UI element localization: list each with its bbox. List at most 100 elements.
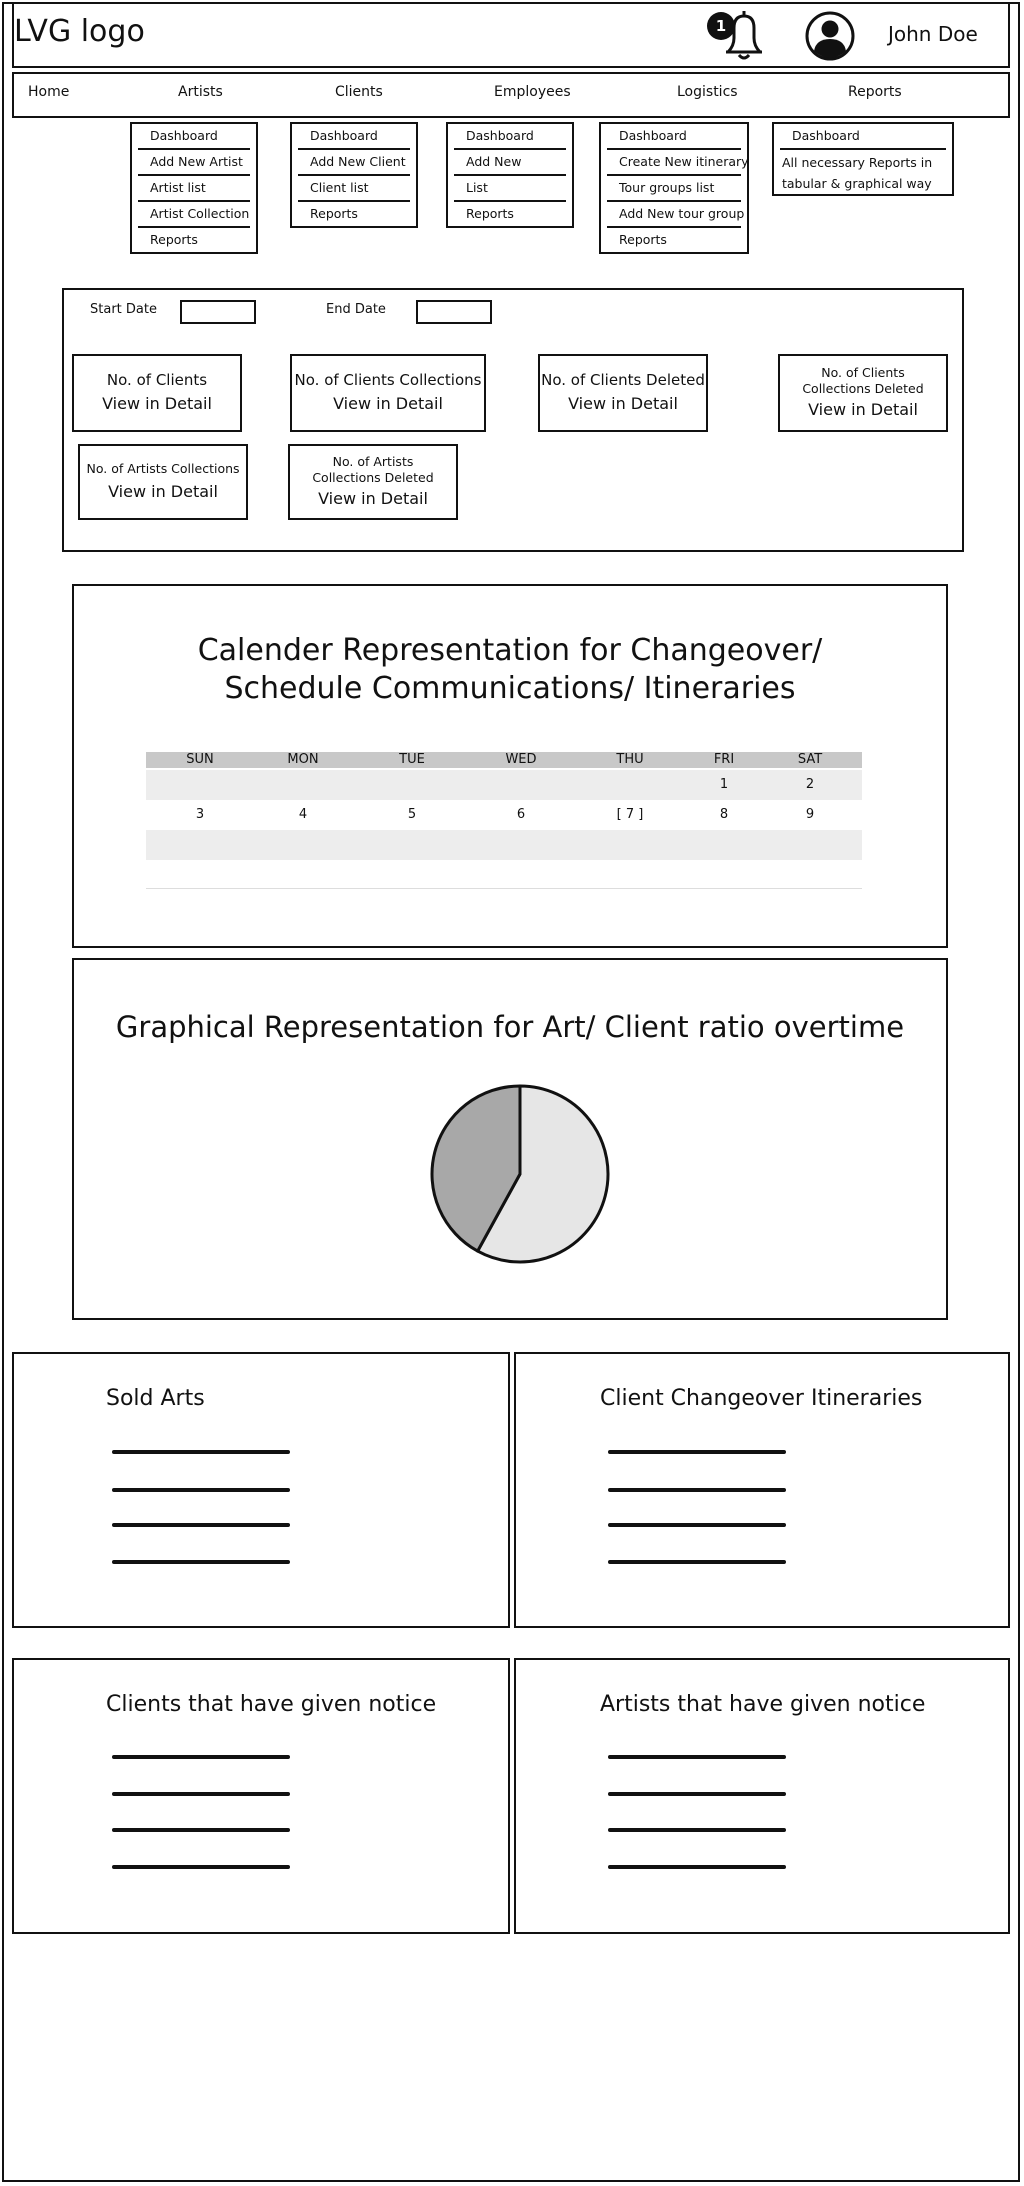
employees-dropdown: Dashboard Add New List Reports (446, 122, 574, 228)
stat-card-client-collections[interactable]: No. of Clients Collections View in Detai… (290, 354, 486, 432)
list-placeholder-line (608, 1560, 786, 1564)
list-placeholder-line (112, 1450, 290, 1454)
artists-menu-dashboard[interactable]: Dashboard (138, 124, 250, 150)
view-detail-link[interactable]: View in Detail (333, 393, 443, 415)
employees-menu-reports[interactable]: Reports (454, 202, 566, 228)
nav-artists[interactable]: Artists (178, 84, 223, 100)
avatar-icon[interactable] (804, 10, 856, 62)
view-detail-link[interactable]: View in Detail (318, 488, 428, 510)
calendar-day[interactable]: 9 (770, 807, 850, 822)
day-header: TUE (399, 752, 425, 767)
stat-card-title: No. of Artists Collections Deleted (312, 454, 434, 485)
calendar-day[interactable]: 2 (770, 777, 850, 792)
stat-card-artist-collections-deleted[interactable]: No. of Artists Collections Deleted View … (288, 444, 458, 520)
reports-menu-note[interactable]: All necessary Reports in tabular & graph… (782, 152, 948, 194)
calendar-days-row: SUN MON TUE WED THU FRI SAT (146, 752, 862, 768)
day-header: SUN (186, 752, 214, 767)
calendar-week-2: 3 4 5 6 [ 7 ] 8 9 (146, 800, 862, 830)
logistics-menu-dashboard[interactable]: Dashboard (607, 124, 741, 150)
day-header: SAT (797, 752, 823, 767)
header-bar (12, 2, 1010, 68)
artists-menu-collection[interactable]: Artist Collection (138, 202, 250, 228)
calendar-week-3 (146, 830, 862, 860)
logistics-menu-reports[interactable]: Reports (607, 228, 741, 254)
day-header: FRI (713, 752, 735, 767)
stat-card-title: No. of Clients Deleted (541, 371, 705, 389)
list-placeholder-line (112, 1865, 290, 1869)
clients-menu-list[interactable]: Client list (298, 176, 410, 202)
reports-menu-dashboard[interactable]: Dashboard (780, 124, 946, 150)
calendar-week-1: 1 2 (146, 770, 862, 800)
list-placeholder-line (112, 1523, 290, 1527)
nav-employees[interactable]: Employees (494, 84, 571, 100)
list-placeholder-line (608, 1828, 786, 1832)
calendar-day[interactable]: 4 (263, 807, 343, 822)
list-placeholder-line (112, 1792, 290, 1796)
stat-card-title: No. of Artists Collections (86, 461, 240, 476)
list-placeholder-line (608, 1523, 786, 1527)
end-date-input[interactable] (416, 300, 492, 324)
day-header: WED (505, 752, 537, 767)
list-placeholder-line (112, 1488, 290, 1492)
calendar-day[interactable]: 1 (684, 777, 764, 792)
client-changeover-title: Client Changeover Itineraries (600, 1386, 923, 1411)
stat-card-artist-collections[interactable]: No. of Artists Collections View in Detai… (78, 444, 248, 520)
stat-card-clients-deleted[interactable]: No. of Clients Deleted View in Detail (538, 354, 708, 432)
view-detail-link[interactable]: View in Detail (568, 393, 678, 415)
list-placeholder-line (112, 1560, 290, 1564)
nav-logistics[interactable]: Logistics (677, 84, 738, 100)
calendar-divider (146, 888, 862, 889)
view-detail-link[interactable]: View in Detail (808, 399, 918, 421)
calendar-day[interactable]: 8 (684, 807, 764, 822)
list-placeholder-line (112, 1755, 290, 1759)
artists-menu-reports[interactable]: Reports (138, 228, 250, 254)
day-header: MON (287, 752, 319, 767)
notification-badge: 1 (707, 12, 735, 40)
list-placeholder-line (608, 1865, 786, 1869)
stat-card-client-collections-deleted[interactable]: No. of Clients Collections Deleted View … (778, 354, 948, 432)
user-name[interactable]: John Doe (888, 22, 978, 46)
calendar-title-line2: Schedule Communications/ Itineraries (224, 671, 796, 706)
nav-home[interactable]: Home (28, 84, 69, 100)
start-date-label: Start Date (90, 302, 157, 317)
clients-menu-dashboard[interactable]: Dashboard (298, 124, 410, 150)
day-header: THU (616, 752, 644, 767)
logistics-menu-tour-groups[interactable]: Tour groups list (607, 176, 741, 202)
employees-menu-add-new[interactable]: Add New (454, 150, 566, 176)
clients-menu-reports[interactable]: Reports (298, 202, 410, 228)
employees-menu-list[interactable]: List (454, 176, 566, 202)
artists-menu-add-new[interactable]: Add New Artist (138, 150, 250, 176)
logo[interactable]: LVG logo (14, 14, 145, 49)
list-placeholder-line (112, 1828, 290, 1832)
stat-card-title: No. of Clients (106, 371, 208, 389)
list-placeholder-line (608, 1450, 786, 1454)
clients-notice-title: Clients that have given notice (106, 1692, 437, 1717)
nav-reports[interactable]: Reports (848, 84, 902, 100)
calendar-day[interactable]: 6 (481, 807, 561, 822)
stat-card-title: No. of Clients Collections (294, 371, 482, 389)
logistics-menu-add-tour-group[interactable]: Add New tour group (607, 202, 744, 228)
view-detail-link[interactable]: View in Detail (108, 481, 218, 503)
logistics-menu-create-itinerary[interactable]: Create New itinerary (607, 150, 749, 176)
stat-card-title: No. of Clients Collections Deleted (802, 365, 924, 396)
artists-notice-title: Artists that have given notice (600, 1692, 926, 1717)
nav-clients[interactable]: Clients (335, 84, 383, 100)
list-placeholder-line (608, 1792, 786, 1796)
calendar-day[interactable]: 5 (372, 807, 452, 822)
calendar-title-line1: Calender Representation for Changeover/ (197, 633, 823, 668)
stat-card-clients[interactable]: No. of Clients View in Detail (72, 354, 242, 432)
reports-dropdown: Dashboard All necessary Reports in tabul… (772, 122, 954, 196)
start-date-input[interactable] (180, 300, 256, 324)
logistics-dropdown: Dashboard Create New itinerary Tour grou… (599, 122, 749, 254)
list-placeholder-line (608, 1488, 786, 1492)
calendar-day-selected[interactable]: [ 7 ] (590, 807, 670, 822)
list-placeholder-line (608, 1755, 786, 1759)
view-detail-link[interactable]: View in Detail (102, 393, 212, 415)
calendar-day[interactable]: 3 (160, 807, 240, 822)
artists-dropdown: Dashboard Add New Artist Artist list Art… (130, 122, 258, 254)
clients-menu-add-new[interactable]: Add New Client (298, 150, 410, 176)
artists-menu-list[interactable]: Artist list (138, 176, 250, 202)
end-date-label: End Date (326, 302, 386, 317)
ratio-chart-title: Graphical Representation for Art/ Client… (115, 1010, 905, 1044)
employees-menu-dashboard[interactable]: Dashboard (454, 124, 566, 150)
